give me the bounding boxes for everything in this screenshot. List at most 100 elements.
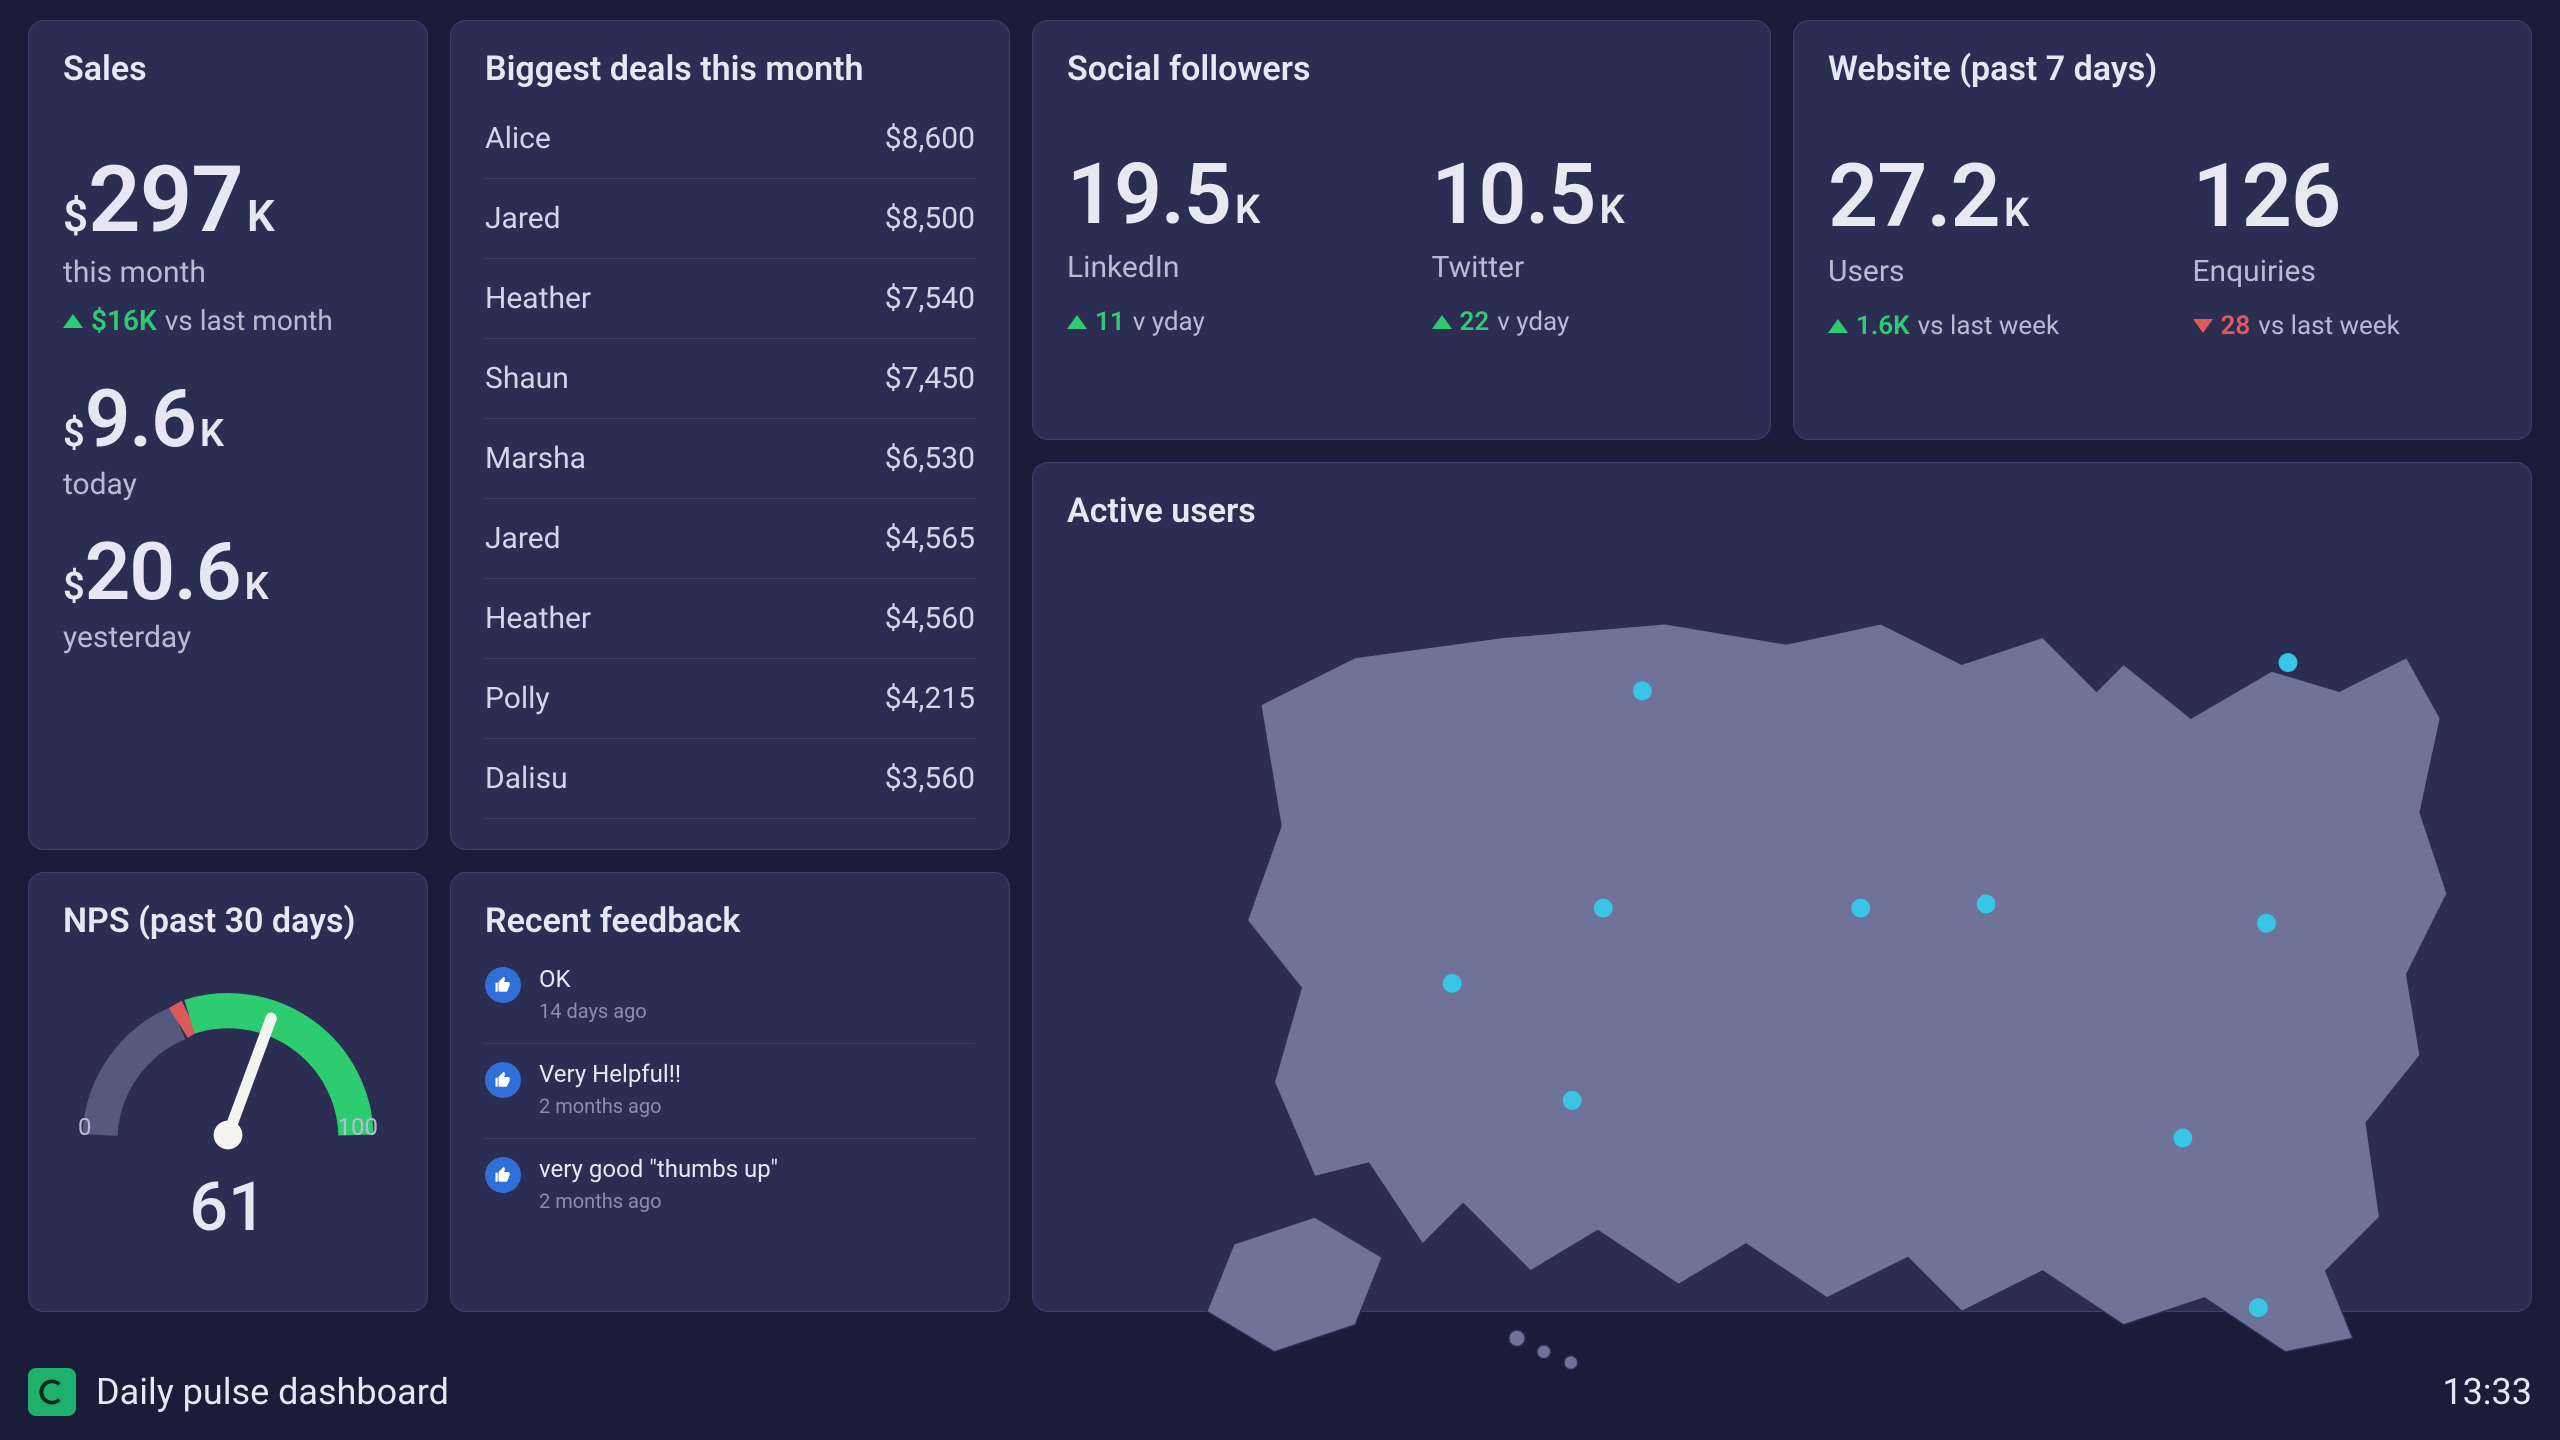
- delta-value: 11: [1095, 307, 1125, 337]
- deal-amount: $6,530: [885, 441, 975, 476]
- metric-suffix: K: [1235, 186, 1260, 233]
- arrow-up-icon: [1828, 319, 1848, 333]
- feedback-text: very good "thumbs up": [539, 1155, 778, 1183]
- feedback-time: 2 months ago: [539, 1189, 778, 1213]
- metric-value: 20.6: [85, 532, 241, 612]
- deal-amount: $7,450: [885, 361, 975, 396]
- thumbs-up-icon: [485, 1157, 521, 1193]
- logo-icon: [28, 1368, 76, 1416]
- delta-text: vs last week: [1918, 311, 2060, 341]
- arrow-down-icon: [2193, 319, 2213, 333]
- feedback-time: 2 months ago: [539, 1094, 681, 1118]
- clock: 13:33: [2442, 1371, 2532, 1413]
- feedback-list: OK14 days agoVery Helpful!!2 months agov…: [485, 949, 975, 1233]
- deal-row: Polly$4,215: [485, 659, 975, 739]
- feedback-card: Recent feedback OK 14 days ago Very Helpfu…: [450, 872, 1010, 1312]
- metric-suffix: K: [247, 190, 275, 242]
- metric-suffix: K: [200, 412, 224, 456]
- active-user-dot: [1563, 1091, 1582, 1110]
- nps-score: 61: [63, 1167, 393, 1247]
- deal-row: Jared$8,500: [485, 179, 975, 259]
- delta-value: 22: [1460, 307, 1490, 337]
- thumbs-up-icon: [485, 967, 521, 1003]
- feedback-text: OK: [539, 965, 647, 993]
- deal-name: Jared: [485, 521, 561, 556]
- deal-name: Marsha: [485, 441, 586, 476]
- deal-name: Shaun: [485, 361, 569, 396]
- sales-month-value: $ 297 K: [63, 155, 393, 247]
- nps-gauge: 0 100: [68, 971, 388, 1171]
- active-user-dot: [2173, 1129, 2192, 1148]
- deal-name: Dalisu: [485, 761, 568, 796]
- deal-amount: $4,560: [885, 601, 975, 636]
- metric-suffix: K: [245, 565, 269, 609]
- metric-label: Twitter: [1432, 250, 1737, 285]
- deal-amount: $8,600: [885, 121, 975, 156]
- footer: Daily pulse dashboard 13:33: [28, 1362, 2532, 1422]
- feedback-text: Very Helpful!!: [539, 1060, 681, 1088]
- active-user-dot: [1633, 681, 1652, 700]
- metric-label: Enquiries: [2193, 254, 2498, 289]
- website-enquiries: 126 Enquiries 28 vs last week: [2193, 145, 2498, 341]
- delta-text: v yday: [1133, 307, 1205, 337]
- map-hawaii: [1537, 1345, 1550, 1358]
- map-shape: [1247, 624, 2447, 1352]
- deal-amount: $4,565: [885, 521, 975, 556]
- sales-today-label: today: [63, 467, 393, 502]
- thumbs-up-icon: [485, 1062, 521, 1098]
- metric-value: 10.5: [1432, 145, 1596, 244]
- deal-row: Shaun $7,450: [485, 339, 975, 419]
- deal-name: Jared: [485, 201, 561, 236]
- active-users-card: Active users: [1032, 462, 2532, 1312]
- social-twitter: 10.5 K Twitter 22 v yday: [1432, 145, 1737, 337]
- feedback-title: Recent feedback: [485, 901, 975, 941]
- metric-label: LinkedIn: [1067, 250, 1372, 285]
- deal-name: Polly: [485, 681, 550, 716]
- deal-amount: $7,540: [885, 281, 975, 316]
- deal-name: Heather: [485, 281, 591, 316]
- deal-row: Marsha $6,530: [485, 419, 975, 499]
- deal-row: Jared $4,565: [485, 499, 975, 579]
- metric-value: 297: [88, 155, 243, 247]
- sales-month-label: this month: [63, 255, 393, 290]
- deal-name: Alice: [485, 121, 551, 156]
- deals-title: Biggest deals this month: [485, 49, 975, 89]
- metric-value: 27.2: [1828, 145, 2000, 248]
- deals-list: Alice $8,600 Jared$8,500 Heather $7,540 Shaun…: [485, 99, 975, 819]
- website-users: 27.2 K Users 1.6K vs last week: [1828, 145, 2133, 341]
- active-user-dot: [2249, 1298, 2268, 1317]
- active-user-dot: [2279, 653, 2298, 672]
- arrow-up-icon: [1067, 315, 1087, 329]
- arrow-up-icon: [63, 314, 83, 328]
- feedback-row: Very Helpful!! 2 months ago: [485, 1044, 975, 1139]
- metric-suffix: K: [1599, 186, 1624, 233]
- map-title: Active users: [1067, 491, 2497, 531]
- feedback-row: very good "thumbs up" 2 months ago: [485, 1139, 975, 1233]
- active-user-dot: [1851, 899, 1870, 918]
- currency-prefix: $: [63, 412, 85, 456]
- sales-today-value: $ 9.6 K: [63, 379, 393, 459]
- sales-card: Sales $ 297 K this month $16K vs last mo…: [28, 20, 428, 850]
- active-user-dot: [1443, 974, 1462, 993]
- delta-text: vs last month: [165, 304, 333, 337]
- gauge-icon: [68, 971, 388, 1171]
- website-title: Website (past 7 days): [1828, 49, 2497, 89]
- deal-row: Alice $8,600: [485, 99, 975, 179]
- delta-value: 28: [2221, 311, 2251, 341]
- gauge-min: 0: [78, 1113, 92, 1141]
- metric-label: Users: [1828, 254, 2133, 289]
- delta-text: vs last week: [2258, 311, 2400, 341]
- feedback-row: OK 14 days ago: [485, 949, 975, 1044]
- map-hawaii: [1509, 1330, 1525, 1346]
- active-user-dot: [1594, 899, 1613, 918]
- social-card: Social followers 19.5 K LinkedIn 11 v yd…: [1032, 20, 1771, 440]
- delta-value: 1.6K: [1856, 311, 1910, 341]
- currency-prefix: $: [63, 190, 88, 242]
- feedback-time: 14 days ago: [539, 999, 647, 1023]
- us-map: [1153, 543, 2501, 1379]
- metric-value: 9.6: [85, 379, 196, 459]
- currency-prefix: $: [63, 565, 85, 609]
- social-linkedin: 19.5 K LinkedIn 11 v yday: [1067, 145, 1372, 337]
- deal-amount: $3,560: [885, 761, 975, 796]
- sales-title: Sales: [63, 49, 393, 89]
